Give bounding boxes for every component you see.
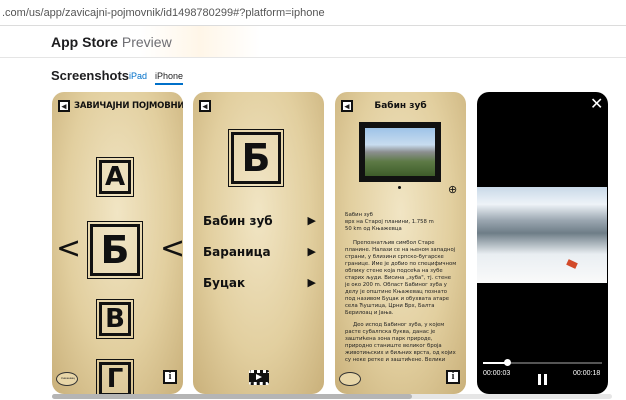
video-progress-track[interactable]: [483, 362, 602, 364]
menu-item-bucak: Буцак: [203, 276, 246, 290]
chevron-right-icon: ▶: [307, 215, 316, 227]
article-photo: [359, 122, 441, 182]
municipality-logo: [339, 372, 361, 386]
menu-item-baranica: Бараница: [203, 245, 271, 259]
tab-iphone[interactable]: iPhone: [155, 71, 184, 85]
letter-tile-b: Б: [87, 221, 143, 279]
app-store-header: App Store Preview: [0, 26, 626, 58]
article-caption: Бабин зуб врх на Старој планини, 1.758 m…: [345, 212, 434, 232]
screenshot-2[interactable]: ◂ Б Бабин зуб ▶ Бараница ▶ Буцак ▶: [193, 92, 324, 394]
app-title: ЗАВИЧАЈНИ ПОЈМОВНИК: [74, 101, 183, 111]
chevron-left-icon: <: [56, 231, 82, 266]
back-icon: ◂: [199, 100, 211, 112]
letter-tile-b: Б: [228, 129, 284, 187]
letter-tile-g: Г: [96, 359, 134, 394]
logo-text: Книжевац: [61, 376, 75, 380]
brand-preview-label: Preview: [121, 34, 172, 50]
chevron-right-icon: ▶: [307, 246, 316, 258]
letter-tile-v: В: [96, 299, 134, 339]
browser-address-bar[interactable]: .com/us/app/zavicajni-pojmovnik/id149878…: [0, 0, 626, 26]
municipality-logo: Книжевац: [56, 372, 78, 386]
article-title: Бабин зуб: [374, 101, 427, 111]
page-indicator: [398, 186, 401, 189]
video-film-icon: [249, 370, 269, 385]
tab-ipad[interactable]: iPad: [129, 71, 147, 81]
video-scrubber-handle[interactable]: [503, 359, 511, 366]
video-duration: 00:00:18: [573, 370, 601, 377]
letter-tile-a: А: [96, 157, 134, 197]
app-store-brand[interactable]: App Store Preview: [51, 34, 172, 50]
video-frame: [477, 187, 607, 283]
screenshot-3[interactable]: ◂ Бабин зуб ⊕ Бабин зуб врх на Старој пл…: [335, 92, 466, 394]
screenshot-4-video[interactable]: ✕ 00:00:03 00:00:18: [477, 92, 608, 394]
url-text[interactable]: .com/us/app/zavicajni-pojmovnik/id149878…: [2, 7, 325, 19]
pause-icon[interactable]: [538, 374, 547, 385]
chevron-right-icon: ▶: [307, 277, 316, 289]
screenshots-scrollbar[interactable]: [52, 394, 612, 399]
article-paragraph-2: Део испод Бабиног зуба, у којем расте су…: [345, 322, 456, 363]
brand-label: App Store: [51, 34, 118, 50]
zoom-icon: ⊕: [448, 184, 458, 196]
video-current-time: 00:00:03: [483, 370, 511, 377]
scrollbar-thumb[interactable]: [52, 394, 412, 399]
info-icon: i: [163, 370, 177, 384]
close-icon[interactable]: ✕: [590, 94, 603, 113]
screenshots-heading: Screenshots: [51, 68, 130, 83]
info-icon: i: [446, 370, 460, 384]
article-paragraph-1: Препознатљив симбол Старе планине. Налаз…: [345, 240, 457, 316]
chevron-right-icon: <: [160, 231, 183, 266]
menu-item-babin-zub: Бабин зуб: [203, 214, 273, 228]
screenshot-1[interactable]: ◂ ЗАВИЧАЈНИ ПОЈМОВНИК А Б В Г < < Книжев…: [52, 92, 183, 394]
back-icon: ◂: [58, 100, 70, 112]
